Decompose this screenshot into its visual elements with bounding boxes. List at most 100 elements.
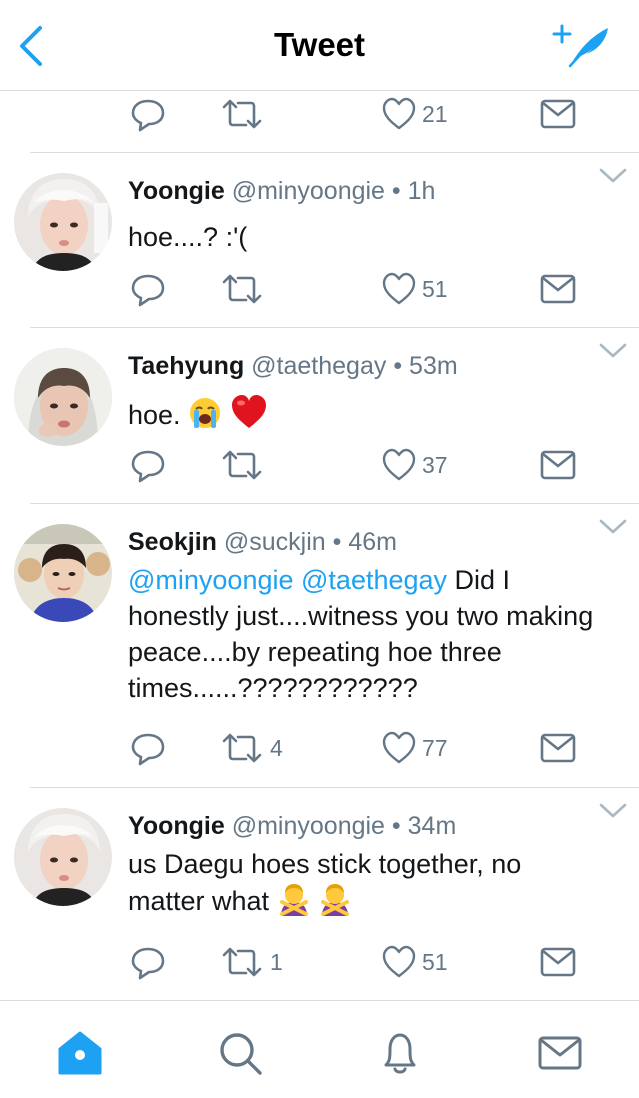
- username-handle[interactable]: @suckjin: [224, 528, 326, 556]
- retweet-count: 1: [270, 948, 283, 975]
- tweet-header: Yoongie @minyoongie • 34m: [128, 812, 456, 841]
- retweet-icon: [222, 947, 262, 977]
- like-count: 21: [422, 100, 448, 127]
- reply-button[interactable]: [128, 728, 168, 768]
- page-title: Tweet: [273, 26, 366, 63]
- direct-message-button[interactable]: [540, 94, 576, 134]
- like-button[interactable]: 51: [382, 269, 448, 309]
- tweet-text-block: @minyoongie @taethegay Did I honestly ju…: [128, 562, 598, 706]
- direct-message-icon: [540, 947, 576, 977]
- reply-icon: [131, 450, 165, 483]
- tweet-header: Yoongie @minyoongie • 1h: [128, 177, 435, 206]
- separator-dot: •: [393, 352, 403, 380]
- direct-message-icon: [540, 99, 576, 129]
- tweet-actions: 4 77: [128, 728, 578, 768]
- bottom-tab-bar: [0, 1000, 639, 1098]
- reply-icon: [131, 947, 165, 980]
- tweet-item[interactable]: Seokjin @suckjin • 46m @minyoongie @taet…: [0, 504, 639, 787]
- menu-caret-icon[interactable]: [598, 802, 628, 820]
- like-count: 51: [422, 275, 448, 302]
- menu-caret-icon[interactable]: [598, 167, 628, 185]
- timestamp: 34m: [407, 812, 457, 840]
- tweet-text: hoe.: [128, 400, 181, 430]
- tweet-actions: 37: [128, 445, 578, 485]
- person-gesturing-no-icon: [279, 884, 308, 916]
- retweet-button[interactable]: [220, 445, 270, 485]
- red-heart-icon: [231, 395, 266, 428]
- like-button[interactable]: 77: [382, 728, 448, 768]
- like-button[interactable]: 37: [382, 445, 448, 485]
- direct-message-icon: [540, 274, 576, 304]
- search-icon[interactable]: [216, 1029, 264, 1077]
- reply-icon: [131, 733, 165, 766]
- tweet-actions: 51: [128, 269, 578, 309]
- tweet-header: Taehyung @taethegay • 53m: [128, 352, 458, 381]
- like-button[interactable]: 51: [382, 942, 448, 982]
- like-count: 51: [422, 948, 448, 975]
- separator-dot: •: [391, 177, 401, 205]
- retweet-icon: [222, 274, 262, 304]
- direct-message-icon: [540, 450, 576, 480]
- display-name[interactable]: Yoongie: [128, 812, 225, 840]
- avatar[interactable]: [14, 808, 112, 906]
- avatar[interactable]: [14, 348, 112, 446]
- timestamp: 53m: [409, 352, 458, 380]
- notifications-icon[interactable]: [376, 1029, 424, 1077]
- retweet-icon: [222, 450, 262, 480]
- like-heart-icon: [382, 448, 416, 481]
- home-icon[interactable]: [56, 1029, 104, 1077]
- separator-dot: •: [332, 528, 342, 556]
- retweet-button[interactable]: 4: [220, 728, 283, 768]
- reply-icon: [131, 274, 165, 307]
- tweet-item[interactable]: Yoongie @minyoongie • 1h hoe....? :'( 51: [0, 153, 639, 327]
- retweet-button[interactable]: [220, 269, 270, 309]
- tweet-header: Seokjin @suckjin • 46m: [128, 528, 397, 557]
- direct-message-button[interactable]: [540, 728, 576, 768]
- avatar[interactable]: [14, 524, 112, 622]
- retweet-icon: [222, 733, 262, 763]
- retweet-button[interactable]: 1: [220, 942, 283, 982]
- reply-button[interactable]: [128, 942, 168, 982]
- reply-button[interactable]: [128, 94, 168, 134]
- direct-message-button[interactable]: [540, 269, 576, 309]
- like-button[interactable]: 21: [382, 94, 448, 134]
- direct-message-button[interactable]: [540, 445, 576, 485]
- username-handle[interactable]: @minyoongie: [232, 177, 385, 205]
- direct-message-button[interactable]: [540, 942, 576, 982]
- separator-dot: •: [391, 812, 401, 840]
- retweet-count: 4: [270, 734, 283, 761]
- tweet-text-line: hoe.: [128, 394, 598, 433]
- tweet-text: hoe....? :'(: [128, 222, 248, 252]
- messages-icon[interactable]: [536, 1029, 584, 1077]
- username-handle[interactable]: @taethegay: [251, 352, 386, 380]
- display-name[interactable]: Seokjin: [128, 528, 217, 556]
- tweet-item[interactable]: Yoongie @minyoongie • 34m us Daegu hoes …: [0, 788, 639, 1000]
- tweet-text-block: us Daegu hoes stick together, no matter …: [128, 846, 598, 919]
- tweet-actions-top: 21: [128, 94, 578, 134]
- like-heart-icon: [382, 97, 416, 130]
- like-heart-icon: [382, 731, 416, 764]
- retweet-icon: [222, 99, 262, 129]
- like-heart-icon: [382, 272, 416, 305]
- reply-button[interactable]: [128, 269, 168, 309]
- loudly-crying-face-icon: [190, 398, 221, 428]
- menu-caret-icon[interactable]: [598, 518, 628, 536]
- compose-tweet-icon[interactable]: [548, 22, 614, 70]
- retweet-button[interactable]: [220, 94, 264, 134]
- tweet-item[interactable]: Taehyung @taethegay • 53m hoe. 37: [0, 328, 639, 503]
- username-handle[interactable]: @minyoongie: [232, 812, 385, 840]
- timestamp: 1h: [407, 177, 436, 205]
- display-name[interactable]: Yoongie: [128, 177, 225, 205]
- like-count: 37: [422, 451, 448, 478]
- reply-icon: [131, 99, 165, 132]
- display-name[interactable]: Taehyung: [128, 352, 244, 380]
- like-heart-icon: [382, 945, 416, 978]
- timestamp: 46m: [348, 528, 397, 556]
- avatar[interactable]: [14, 173, 112, 271]
- menu-caret-icon[interactable]: [598, 342, 628, 360]
- mention-link[interactable]: @minyoongie: [128, 565, 294, 595]
- mention-link[interactable]: @taethegay: [301, 565, 447, 595]
- like-count: 77: [422, 734, 448, 761]
- reply-button[interactable]: [128, 445, 168, 485]
- direct-message-icon: [540, 733, 576, 763]
